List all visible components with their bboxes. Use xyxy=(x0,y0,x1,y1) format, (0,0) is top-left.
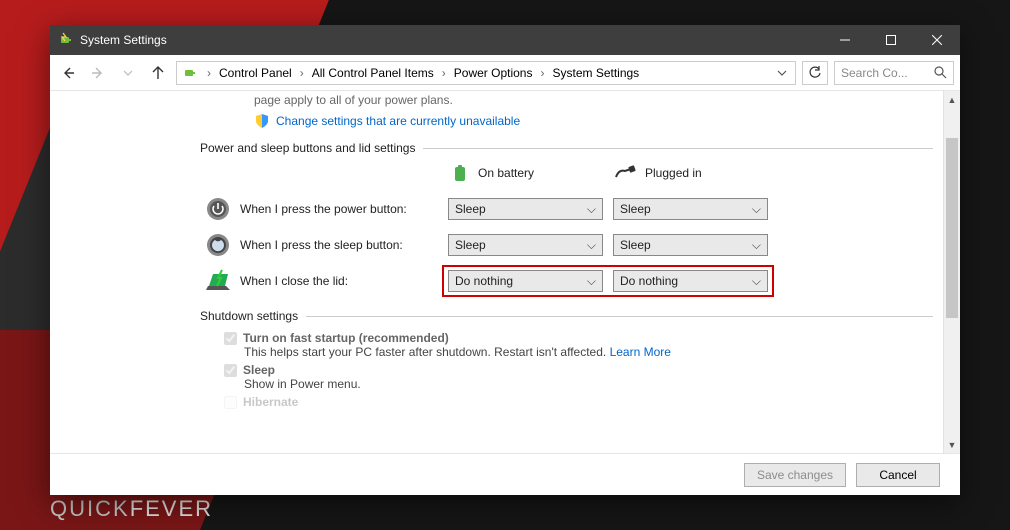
titlebar[interactable]: System Settings xyxy=(50,25,960,55)
sleep-button-plugged-select[interactable]: Sleep⌵ xyxy=(613,234,768,256)
chevron-right-icon[interactable]: › xyxy=(296,66,308,80)
plug-icon xyxy=(615,165,637,181)
section-legend: Shutdown settings xyxy=(200,309,306,323)
sleep-checkbox[interactable] xyxy=(224,364,237,377)
breadcrumb-item[interactable]: Power Options xyxy=(452,66,535,80)
search-input[interactable]: Search Co... xyxy=(834,61,954,85)
watermark: QUICKFEVER xyxy=(50,496,213,522)
hibernate-option: Hibernate xyxy=(224,395,933,409)
sleep-icon xyxy=(204,231,232,259)
dialog-footer: Save changes Cancel xyxy=(50,453,960,495)
chevron-down-icon: ⌵ xyxy=(752,274,761,289)
breadcrumb-item[interactable]: Control Panel xyxy=(217,66,294,80)
chevron-down-icon[interactable] xyxy=(773,68,791,78)
refresh-button[interactable] xyxy=(802,61,828,85)
on-battery-header: On battery xyxy=(450,163,615,183)
fast-startup-checkbox[interactable] xyxy=(224,332,237,345)
chevron-right-icon[interactable]: › xyxy=(438,66,450,80)
hibernate-checkbox[interactable] xyxy=(224,396,237,409)
learn-more-link[interactable]: Learn More xyxy=(610,345,671,359)
sleep-button-row: When I press the sleep button: Sleep⌵ Sl… xyxy=(200,227,933,263)
scrollbar-thumb[interactable] xyxy=(946,138,958,318)
row-label: When I close the lid: xyxy=(240,274,448,288)
section-legend: Power and sleep buttons and lid settings xyxy=(200,141,423,155)
breadcrumb-item[interactable]: All Control Panel Items xyxy=(310,66,436,80)
content-area: page apply to all of your power plans. C… xyxy=(50,91,960,453)
breadcrumb-item[interactable]: System Settings xyxy=(550,66,641,80)
back-button[interactable] xyxy=(56,61,80,85)
power-button-plugged-select[interactable]: Sleep⌵ xyxy=(613,198,768,220)
sleep-option: Sleep Show in Power menu. xyxy=(224,363,933,391)
system-settings-window: System Settings › Control Panel › All Co… xyxy=(50,25,960,495)
scroll-down-button[interactable]: ▼ xyxy=(944,436,960,453)
power-options-icon xyxy=(58,32,74,48)
chevron-down-icon: ⌵ xyxy=(587,274,596,289)
search-placeholder: Search Co... xyxy=(841,66,908,80)
row-label: When I press the sleep button: xyxy=(240,238,448,252)
power-icon xyxy=(204,195,232,223)
save-changes-button[interactable]: Save changes xyxy=(744,463,846,487)
search-icon xyxy=(934,66,947,79)
close-lid-row: When I close the lid: Do nothing⌵ Do not… xyxy=(200,263,933,299)
scroll-up-button[interactable]: ▲ xyxy=(944,91,960,108)
window-title: System Settings xyxy=(80,33,167,47)
chevron-down-icon: ⌵ xyxy=(752,202,761,217)
close-lid-battery-select[interactable]: Do nothing⌵ xyxy=(448,270,603,292)
cancel-button[interactable]: Cancel xyxy=(856,463,940,487)
chevron-right-icon[interactable]: › xyxy=(203,66,215,80)
battery-icon xyxy=(450,163,470,183)
power-button-row: When I press the power button: Sleep⌵ Sl… xyxy=(200,191,933,227)
vertical-scrollbar[interactable]: ▲ ▼ xyxy=(943,91,960,453)
chevron-down-icon: ⌵ xyxy=(587,238,596,253)
shield-icon xyxy=(254,113,270,129)
scrollbar-track[interactable] xyxy=(944,108,960,436)
close-button[interactable] xyxy=(914,25,960,55)
chevron-down-icon: ⌵ xyxy=(587,202,596,217)
chevron-right-icon[interactable]: › xyxy=(536,66,548,80)
up-button[interactable] xyxy=(146,61,170,85)
shutdown-settings-section: Shutdown settings Turn on fast startup (… xyxy=(200,309,933,413)
breadcrumb[interactable]: › Control Panel › All Control Panel Item… xyxy=(176,61,796,85)
power-options-icon xyxy=(181,64,199,82)
fast-startup-option: Turn on fast startup (recommended) This … xyxy=(224,331,933,359)
change-unavailable-settings-link[interactable]: Change settings that are currently unava… xyxy=(276,114,520,128)
power-button-battery-select[interactable]: Sleep⌵ xyxy=(448,198,603,220)
power-buttons-section: Power and sleep buttons and lid settings… xyxy=(200,141,933,299)
maximize-button[interactable] xyxy=(868,25,914,55)
forward-button[interactable] xyxy=(86,61,110,85)
row-label: When I press the power button: xyxy=(240,202,448,216)
recent-locations-button[interactable] xyxy=(116,61,140,85)
highlight-annotation: Do nothing⌵ Do nothing⌵ xyxy=(442,265,774,297)
navigation-bar: › Control Panel › All Control Panel Item… xyxy=(50,55,960,91)
laptop-lid-icon xyxy=(204,267,232,295)
truncated-text: page apply to all of your power plans. xyxy=(200,91,933,107)
minimize-button[interactable] xyxy=(822,25,868,55)
chevron-down-icon: ⌵ xyxy=(752,238,761,253)
plugged-in-header: Plugged in xyxy=(615,163,780,183)
close-lid-plugged-select[interactable]: Do nothing⌵ xyxy=(613,270,768,292)
sleep-button-battery-select[interactable]: Sleep⌵ xyxy=(448,234,603,256)
